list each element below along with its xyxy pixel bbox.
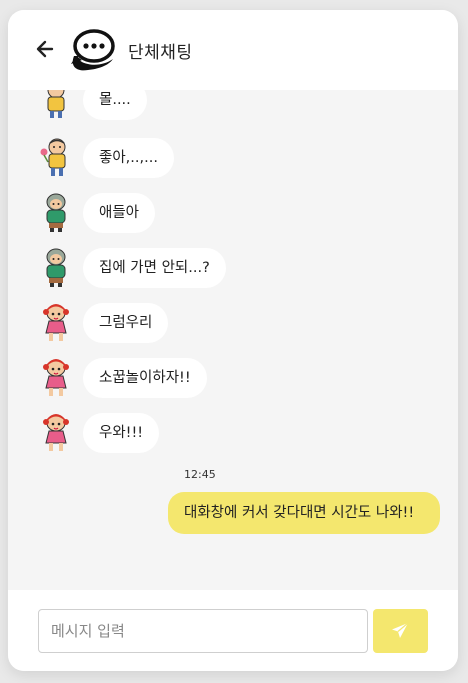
message-bubble: 소꿉놀이하자!!	[83, 358, 207, 398]
chat-bubbles-icon	[71, 29, 115, 71]
message-bubble: 몰....	[83, 90, 147, 120]
message-timestamp: 12:45	[184, 468, 216, 481]
message-row: 그럼우리	[8, 301, 458, 345]
message-list[interactable]: 몰.... 좋아,..,... 애들아 집에 가면 안되...? 그럼우리 소꿉…	[8, 90, 458, 590]
message-row: 좋아,..,...	[8, 136, 458, 180]
yellow-shirt-boy-avatar	[40, 138, 66, 176]
red-hair-girl-avatar	[43, 304, 69, 341]
green-shirt-grandma-avatar	[46, 248, 66, 287]
message-bubble: 우와!!!	[83, 413, 160, 453]
my-message-bubble[interactable]: 대화창에 커서 갖다대면 시간도 나와!!	[168, 492, 440, 534]
message-row: 몰....	[8, 90, 458, 122]
yellow-shirt-boy-avatar	[47, 90, 65, 118]
green-shirt-grandma-avatar	[46, 193, 66, 232]
message-bubble: 그럼우리	[83, 303, 169, 343]
message-row: 집에 가면 안되...?	[8, 246, 458, 290]
arrow-left-icon[interactable]	[34, 38, 56, 60]
send-button[interactable]	[373, 609, 428, 653]
message-bubble: 집에 가면 안되...?	[83, 248, 226, 288]
message-row: 애들아	[8, 191, 458, 235]
chat-window: 단체채팅 몰.... 좋아,..,... 애들아 집에 가면 안되...? 그럼…	[8, 10, 458, 671]
chat-header: 단체채팅	[8, 10, 458, 90]
red-hair-girl-avatar	[43, 359, 69, 396]
message-bubble: 좋아,..,...	[83, 138, 174, 178]
message-row: 소꿉놀이하자!!	[8, 356, 458, 400]
composer	[8, 590, 458, 671]
message-input[interactable]	[38, 609, 368, 653]
paper-plane-icon	[392, 622, 409, 638]
page-title: 단체채팅	[128, 43, 193, 63]
message-row: 우와!!!	[8, 411, 458, 455]
red-hair-girl-avatar	[43, 414, 69, 451]
message-bubble: 애들아	[83, 193, 156, 233]
